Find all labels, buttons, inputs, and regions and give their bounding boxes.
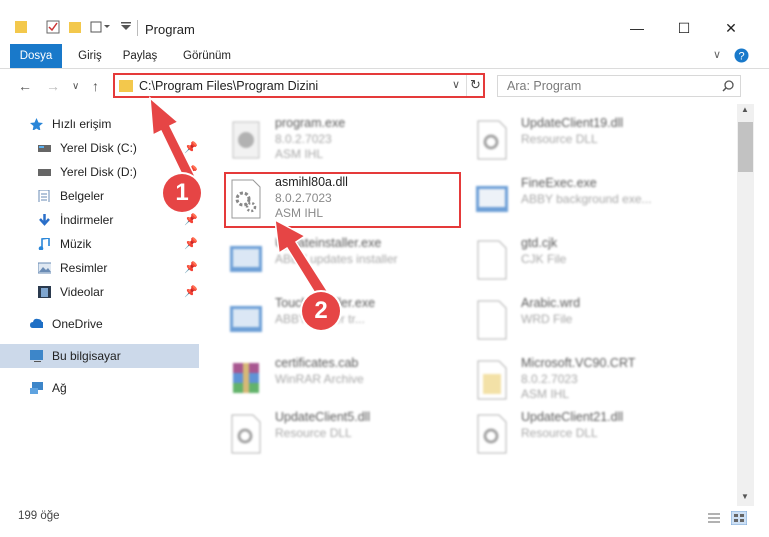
- scroll-up-icon[interactable]: ▲: [741, 105, 749, 114]
- item-count: 199 öğe: [18, 510, 60, 522]
- step-badge-1: 1: [163, 174, 201, 212]
- scrollbar-thumb[interactable]: [738, 122, 753, 172]
- step-badge-2: 2: [302, 292, 340, 330]
- details-view-icon[interactable]: [707, 512, 721, 524]
- arrow-2: [274, 218, 330, 300]
- large-icons-view-icon[interactable]: [731, 511, 747, 525]
- annotation-arrows: [149, 96, 330, 300]
- arrow-1: [149, 96, 198, 185]
- scroll-down-icon[interactable]: ▼: [741, 492, 749, 501]
